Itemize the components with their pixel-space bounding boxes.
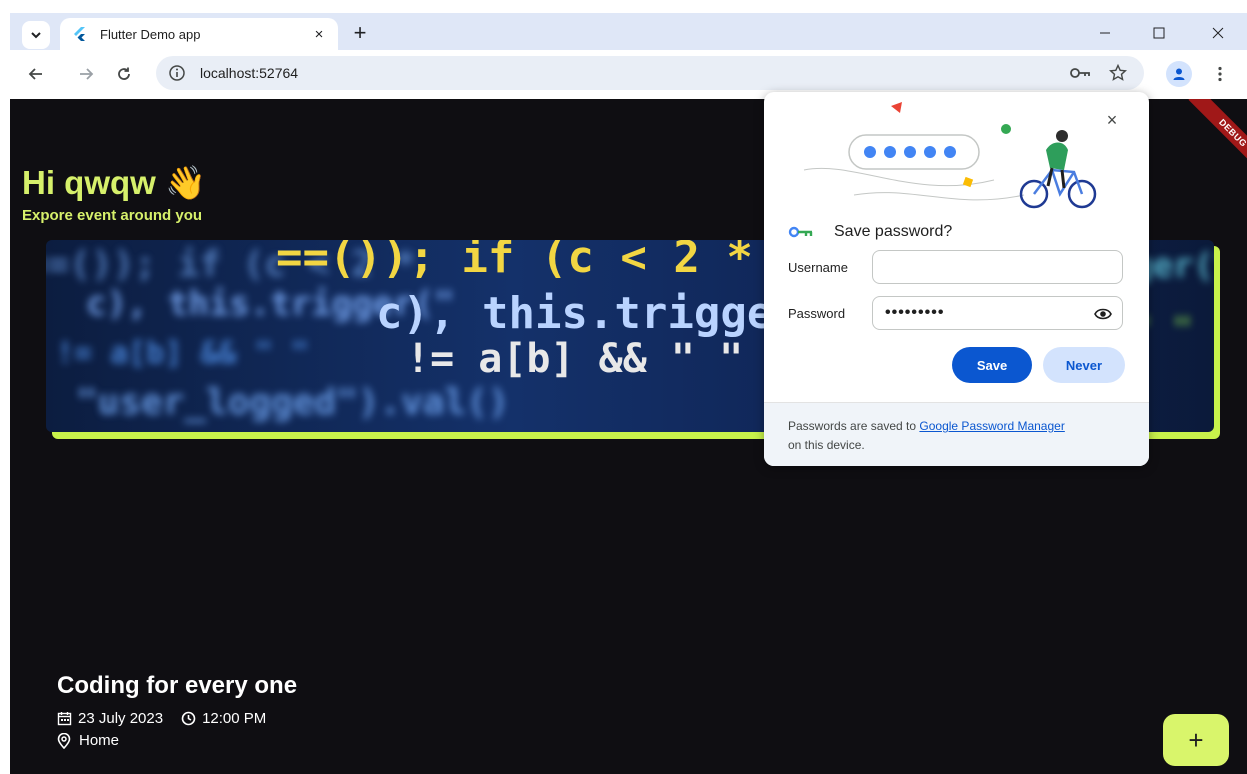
close-icon [1212,27,1224,39]
show-password-eye-icon[interactable] [1094,306,1112,322]
maximize-button[interactable] [1144,23,1174,43]
arrow-right-icon [80,68,94,80]
forward-button[interactable] [74,62,98,86]
key-icon [1070,68,1090,78]
save-password-dialog: × Save password? Username Password •••••… [764,92,1149,466]
minimize-icon [1100,32,1110,34]
reload-button[interactable] [112,62,136,86]
username-label: Username [788,260,848,275]
password-field[interactable]: ••••••••• [872,296,1123,330]
bookmark-button[interactable] [1104,62,1132,84]
browser-tab[interactable]: Flutter Demo app × [60,18,338,50]
tab-strip: Flutter Demo app × + [10,13,1247,50]
tab-search-button[interactable] [22,21,50,49]
banner-code-line: ==()); if (c < 2 * [276,240,753,283]
profile-button[interactable] [1166,61,1192,87]
key-icon [788,226,813,238]
banner-code-line: "user_logged").val() [76,382,510,423]
banner-code-line: != a[b] && " " [406,336,744,382]
never-button[interactable]: Never [1043,347,1125,383]
password-manager-illustration [803,102,1097,209]
username-field[interactable] [872,250,1123,284]
star-icon [1109,64,1127,81]
password-value: ••••••••• [885,304,945,321]
address-bar[interactable]: localhost:52764 [156,56,1144,90]
browser-chrome: Flutter Demo app × + localhost:52764 [10,13,1247,99]
footer-text: Passwords are saved to [788,419,920,433]
greeting-heading: Hi qwqw 👋 [22,164,207,201]
arrow-left-icon [28,68,42,80]
maximize-icon [1153,27,1165,39]
debug-banner-label: DEBUG [1188,99,1247,178]
event-location-text: Home [79,732,120,749]
dialog-close-button[interactable]: × [1103,110,1121,130]
dialog-heading: Save password? [788,223,952,241]
dialog-title: Save password? [834,223,953,240]
footer-text-suffix: on this device. [788,438,865,452]
event-datetime: 23 July 2023 12:00 PM [57,710,284,727]
info-icon [169,65,185,81]
banner-code-line: != a[b] && " " [56,336,309,371]
add-event-button[interactable]: + [1163,714,1229,766]
chevron-down-icon [31,32,41,39]
back-button[interactable] [24,62,48,86]
more-vert-icon [1218,66,1222,82]
location-pin-icon [57,732,71,749]
greeting-subtitle: Expore event around you [22,207,203,224]
reload-icon [118,67,130,80]
google-password-manager-link[interactable]: Google Password Manager [919,419,1064,433]
event-location: Home [57,732,119,749]
new-tab-button[interactable]: + [348,20,372,45]
browser-menu-button[interactable] [1210,62,1230,86]
person-icon [1173,68,1185,80]
calendar-icon [57,712,72,726]
flutter-icon [74,27,85,41]
save-button[interactable]: Save [952,347,1032,383]
event-time: 12:00 PM [202,710,267,727]
tab-title: Flutter Demo app [100,26,201,42]
password-label: Password [788,306,846,321]
browser-window: Flutter Demo app × + localhost:52764 Hi … [10,13,1247,774]
clock-icon [181,711,196,726]
url-text: localhost:52764 [200,65,299,81]
minimize-button[interactable] [1090,23,1120,43]
tab-close-button[interactable]: × [310,25,328,43]
close-window-button[interactable] [1203,23,1233,43]
event-title: Coding for every one [57,672,298,699]
event-date: 23 July 2023 [78,710,164,727]
password-key-button[interactable] [1066,62,1094,84]
debug-banner: DEBUG [1170,99,1247,189]
dialog-footer: Passwords are saved to Google Password M… [764,402,1149,466]
